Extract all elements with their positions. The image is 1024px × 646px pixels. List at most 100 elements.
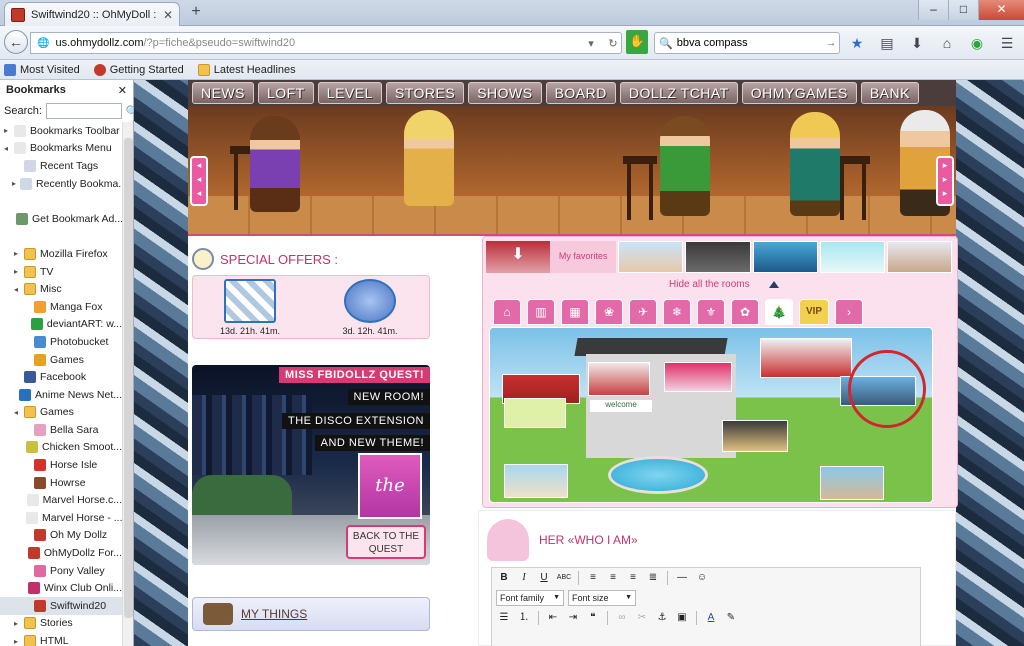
doll-character[interactable] (404, 110, 454, 206)
sidebar-bookmark-item[interactable]: Bella Sara (0, 421, 122, 439)
horizontal-rule-icon[interactable]: — (674, 570, 690, 586)
sidebar-bookmark-item[interactable]: ▸ Bookmarks Toolbar (0, 122, 122, 140)
tab-snowflake-icon[interactable]: ❄ (663, 299, 691, 325)
offer-item[interactable]: 13d. 21h. 41m. (215, 279, 285, 336)
search-input[interactable] (676, 37, 819, 49)
align-right-icon[interactable]: ≡ (625, 570, 641, 586)
highlight-color-icon[interactable]: ✎ (723, 610, 739, 626)
doll-character[interactable] (660, 116, 710, 216)
expand-twisty-icon[interactable]: ◂ (12, 408, 20, 417)
favorite-room-thumb[interactable] (685, 241, 751, 273)
sidebar-bookmark-item[interactable]: ◂ Bookmarks Menu (0, 140, 122, 158)
underline-button[interactable]: U (536, 570, 552, 586)
scrollbar-thumb[interactable] (124, 138, 133, 618)
bookmark-getting-started[interactable]: Getting Started (93, 63, 184, 76)
expand-twisty-icon[interactable]: ▸ (12, 267, 20, 276)
site-menu-item[interactable]: LEVEL (317, 82, 382, 104)
font-size-select[interactable]: Font size ▼ (568, 590, 636, 606)
expand-twisty-icon[interactable]: ▸ (12, 637, 20, 646)
sidebar-bookmark-item[interactable]: Marvel Horse.c... (0, 491, 122, 509)
my-favorites-tab[interactable]: ⬇ My favorites (486, 241, 617, 273)
expand-twisty-icon[interactable]: ▸ (12, 249, 20, 258)
text-color-icon[interactable]: A (703, 610, 719, 626)
unlink-icon[interactable]: ✂ (634, 610, 650, 626)
back-button[interactable]: ← (4, 30, 28, 54)
room-thumb[interactable] (504, 464, 568, 498)
tab-house-icon[interactable]: ⌂ (493, 299, 521, 325)
close-sidebar-icon[interactable]: ✕ (118, 84, 127, 97)
addon-hand-icon[interactable]: ✋ (626, 30, 648, 54)
hide-all-rooms-link[interactable]: Hide all the rooms (669, 279, 750, 290)
site-menu-item[interactable]: DOLLZ TCHAT (619, 82, 738, 104)
sidebar-bookmark-item[interactable]: Games (0, 351, 122, 369)
browser-tab[interactable]: Swiftwind20 :: OhMyDoll : ... ✕ (4, 2, 180, 26)
expand-twisty-icon[interactable]: ▸ (2, 126, 10, 135)
sidebar-bookmark-item[interactable]: Swiftwind20 (0, 597, 122, 615)
bookmarks-list-icon[interactable]: ▤ (878, 34, 896, 52)
tab-city-icon[interactable]: ▦ (561, 299, 589, 325)
sidebar-bookmark-item[interactable]: Horse Isle (0, 456, 122, 474)
sidebar-bookmark-item[interactable] (0, 192, 122, 210)
my-things-panel[interactable]: MY THINGS (192, 597, 430, 631)
back-to-quest-button[interactable]: BACK TO THE QUEST (346, 525, 426, 559)
sidebar-bookmark-item[interactable]: Howrse (0, 474, 122, 492)
sidebar-bookmark-item[interactable] (0, 228, 122, 246)
favorite-room-thumb[interactable] (752, 241, 818, 273)
room-thumb[interactable] (588, 362, 650, 396)
sidebar-bookmark-item[interactable]: ◂ Misc (0, 280, 122, 298)
new-tab-button[interactable]: + (186, 4, 206, 22)
room-thumb[interactable] (760, 338, 852, 378)
my-things-link[interactable]: MY THINGS (241, 607, 307, 621)
menu-icon[interactable]: ☰ (998, 34, 1016, 52)
sidebar-bookmark-item[interactable]: Anime News Net... (0, 386, 122, 404)
doll-character[interactable] (790, 112, 840, 216)
favorite-room-thumb[interactable] (819, 241, 885, 273)
collapse-arrow-icon[interactable] (769, 281, 779, 288)
anchor-icon[interactable]: ⚓ (654, 610, 670, 626)
align-left-icon[interactable]: ≡ (585, 570, 601, 586)
offer-image[interactable] (224, 279, 276, 323)
tab-tree-icon[interactable]: 🎄 (765, 299, 793, 325)
site-menu-item[interactable]: SHOWS (468, 82, 542, 104)
sidebar-bookmark-item[interactable]: Facebook (0, 368, 122, 386)
sidebar-bookmark-item[interactable]: ▸ Recently Bookma... (0, 175, 122, 193)
sidebar-bookmark-item[interactable]: Photobucket (0, 333, 122, 351)
scene-right-arrow-icon[interactable]: ▸ ▸ ▸ (936, 156, 954, 206)
site-menu-item[interactable]: NEWS (192, 82, 254, 104)
close-window-button[interactable]: ✕ (978, 0, 1024, 20)
site-menu-item[interactable]: LOFT (258, 82, 314, 104)
room-thumb[interactable] (820, 466, 884, 500)
site-menu-item[interactable]: BOARD (545, 82, 616, 104)
sidebar-search-input[interactable] (45, 103, 122, 119)
indent-icon[interactable]: ⇥ (565, 610, 581, 626)
site-menu-item[interactable]: STORES (385, 82, 465, 104)
numbered-list-icon[interactable]: ⒈ (516, 610, 532, 626)
offer-item[interactable]: 3d. 12h. 41m. (335, 279, 405, 336)
font-family-select[interactable]: Font family ▼ (496, 590, 564, 606)
sidebar-bookmark-item[interactable]: Chicken Smoot... (0, 439, 122, 457)
tab-plane-icon[interactable]: ✈ (629, 299, 657, 325)
strikethrough-button[interactable]: ABC (556, 570, 572, 586)
search-go-icon[interactable]: → (823, 37, 839, 49)
expand-twisty-icon[interactable]: ◂ (2, 144, 10, 153)
sidebar-bookmark-item[interactable]: ▸ Stories (0, 615, 122, 633)
site-menu-item[interactable]: OHMYGAMES (741, 82, 857, 104)
home-icon[interactable]: ⌂ (938, 34, 956, 52)
tab-more-icon[interactable]: › (835, 299, 863, 325)
search-engine-icon[interactable]: 🔍 (659, 37, 673, 50)
scene-left-arrow-icon[interactable]: ◂ ◂ ◂ (190, 156, 208, 206)
tab-building-icon[interactable]: ▥ (527, 299, 555, 325)
link-icon[interactable]: ∞ (614, 610, 630, 626)
close-tab-icon[interactable]: ✕ (163, 8, 173, 22)
tab-butterfly-icon[interactable]: ✿ (731, 299, 759, 325)
expand-twisty-icon[interactable]: ◂ (12, 285, 20, 294)
url-bar[interactable]: 🌐 us.ohmydollz.com/?p=fiche&pseudo=swift… (30, 32, 622, 54)
quest-banner[interactable]: MISS FBIDOLLZ QUEST! NEW ROOM! THE DISCO… (192, 365, 430, 565)
sidebar-bookmark-item[interactable]: ▸ HTML (0, 632, 122, 646)
favorite-room-thumb[interactable] (886, 241, 953, 273)
sidebar-scrollbar[interactable] (122, 122, 133, 646)
bookmark-most-visited[interactable]: Most Visited (4, 63, 80, 76)
image-icon[interactable]: ▣ (674, 610, 690, 626)
sync-icon[interactable]: ◉ (968, 34, 986, 52)
sidebar-bookmark-item[interactable]: Recent Tags (0, 157, 122, 175)
